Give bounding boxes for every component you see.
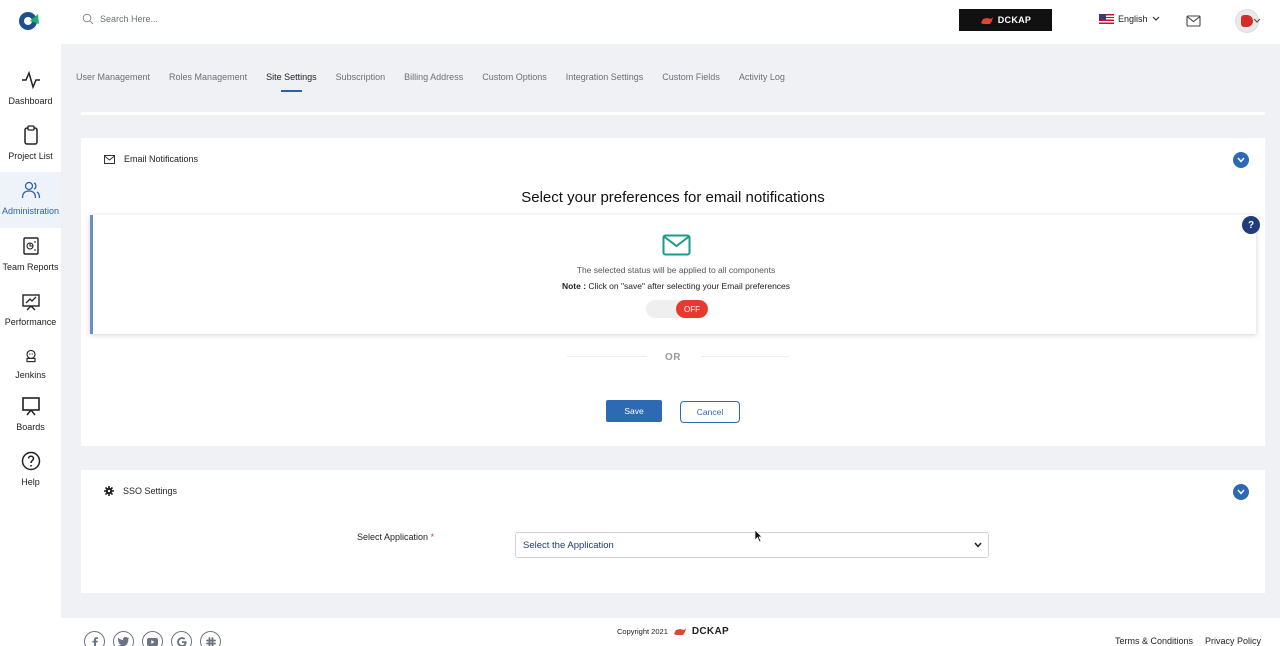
sidebar-item-help[interactable]: Help [0, 447, 61, 499]
sidebar-item-project-list[interactable]: Project List [0, 121, 61, 173]
tab-site-settings[interactable]: Site Settings [266, 72, 317, 92]
language-label: English [1118, 14, 1148, 24]
sidebar-item-team-reports[interactable]: Team Reports [0, 232, 61, 284]
help-icon[interactable]: ? [1242, 216, 1260, 234]
collapse-chevron-icon[interactable] [1233, 152, 1249, 168]
sso-settings-card: SSO Settings Select Application * Select… [81, 470, 1265, 593]
required-mark: * [430, 532, 435, 542]
footer: Copyright 2021 DCKAP Terms & Conditions … [61, 618, 1280, 646]
tab-custom-options[interactable]: Custom Options [482, 72, 547, 92]
language-selector[interactable]: English [1099, 14, 1160, 24]
sidebar-item-dashboard[interactable]: Dashboard [0, 66, 61, 118]
twitter-icon[interactable] [113, 631, 134, 646]
rhino-icon [980, 16, 993, 24]
or-separator: OR [665, 352, 681, 363]
users-icon [21, 181, 40, 199]
email-preferences-title: Select your preferences for email notifi… [521, 189, 825, 206]
search-input[interactable]: Search Here... [100, 14, 158, 24]
privacy-link[interactable]: Privacy Policy [1205, 636, 1261, 646]
settings-tabs: User Management Roles Management Site Se… [76, 72, 804, 92]
section-title: SSO Settings [123, 486, 178, 496]
sidebar-item-boards[interactable]: Boards [0, 392, 61, 444]
top-bar: Search Here... DCKAP English [0, 0, 1280, 44]
global-status-panel: ? The selected status will be applied to… [90, 215, 1260, 334]
slack-icon[interactable] [200, 631, 221, 646]
email-notifications-header[interactable]: Email Notifications [104, 154, 198, 164]
gear-icon [104, 486, 114, 496]
save-button[interactable]: Save [606, 400, 662, 422]
footer-brand: DCKAP [691, 626, 729, 637]
board-icon [21, 397, 40, 416]
help-circle-icon [21, 451, 40, 471]
youtube-icon[interactable] [142, 631, 163, 646]
clipboard-icon [23, 125, 38, 145]
select-value: Select the Application [523, 539, 614, 551]
tab-roles-management[interactable]: Roles Management [169, 72, 247, 92]
brand-logo: DCKAP [959, 9, 1052, 31]
sidebar-item-administration[interactable]: Administration [0, 172, 61, 228]
toggle-state-label: OFF [676, 300, 708, 318]
section-title: Email Notifications [124, 154, 199, 164]
app-logo-icon[interactable] [18, 10, 40, 32]
search-icon [82, 13, 94, 25]
sidebar-item-performance[interactable]: Performance [0, 287, 61, 339]
cancel-button[interactable]: Cancel [680, 401, 740, 423]
rhino-icon [673, 628, 686, 635]
us-flag-icon [1099, 14, 1114, 24]
google-icon[interactable] [171, 631, 192, 646]
mouse-cursor-icon [754, 529, 763, 543]
chevron-down-icon [974, 542, 982, 548]
email-notifications-card: Email Notifications Select your preferen… [81, 138, 1265, 446]
terms-link[interactable]: Terms & Conditions [1115, 636, 1193, 646]
performance-icon [21, 294, 40, 311]
envelope-icon [104, 154, 115, 164]
social-links [84, 631, 221, 646]
sidebar-item-jenkins[interactable]: Jenkins [0, 342, 61, 390]
sidebar: Dashboard Project List Administration Te… [0, 44, 61, 646]
chevron-down-icon [1152, 16, 1159, 21]
search-bar[interactable]: Search Here... [82, 13, 158, 25]
copyright: Copyright 2021 DCKAP [617, 626, 729, 637]
save-note: Note : Click on "save" after selecting y… [561, 281, 791, 291]
tab-custom-fields[interactable]: Custom Fields [662, 72, 720, 92]
select-application-label: Select Application * [357, 532, 435, 542]
jenkins-icon [25, 349, 36, 363]
report-icon [22, 237, 39, 255]
sso-settings-header[interactable]: SSO Settings [104, 486, 177, 496]
mail-icon[interactable] [1186, 14, 1201, 32]
tab-integration-settings[interactable]: Integration Settings [566, 72, 644, 92]
tab-subscription[interactable]: Subscription [336, 72, 386, 92]
divider [81, 112, 1265, 115]
facebook-icon[interactable] [84, 631, 105, 646]
tab-user-management[interactable]: User Management [76, 72, 150, 92]
tab-billing-address[interactable]: Billing Address [404, 72, 463, 92]
activity-icon [21, 70, 40, 90]
mail-icon [662, 234, 691, 261]
status-description: The selected status will be applied to a… [576, 265, 776, 275]
email-toggle[interactable]: OFF [646, 300, 708, 318]
application-select[interactable]: Select the Application [515, 532, 989, 558]
footer-links: Terms & Conditions Privacy Policy [1115, 636, 1261, 646]
chevron-down-icon[interactable] [1253, 18, 1261, 24]
collapse-chevron-icon[interactable] [1233, 484, 1249, 500]
tab-activity-log[interactable]: Activity Log [739, 72, 785, 92]
